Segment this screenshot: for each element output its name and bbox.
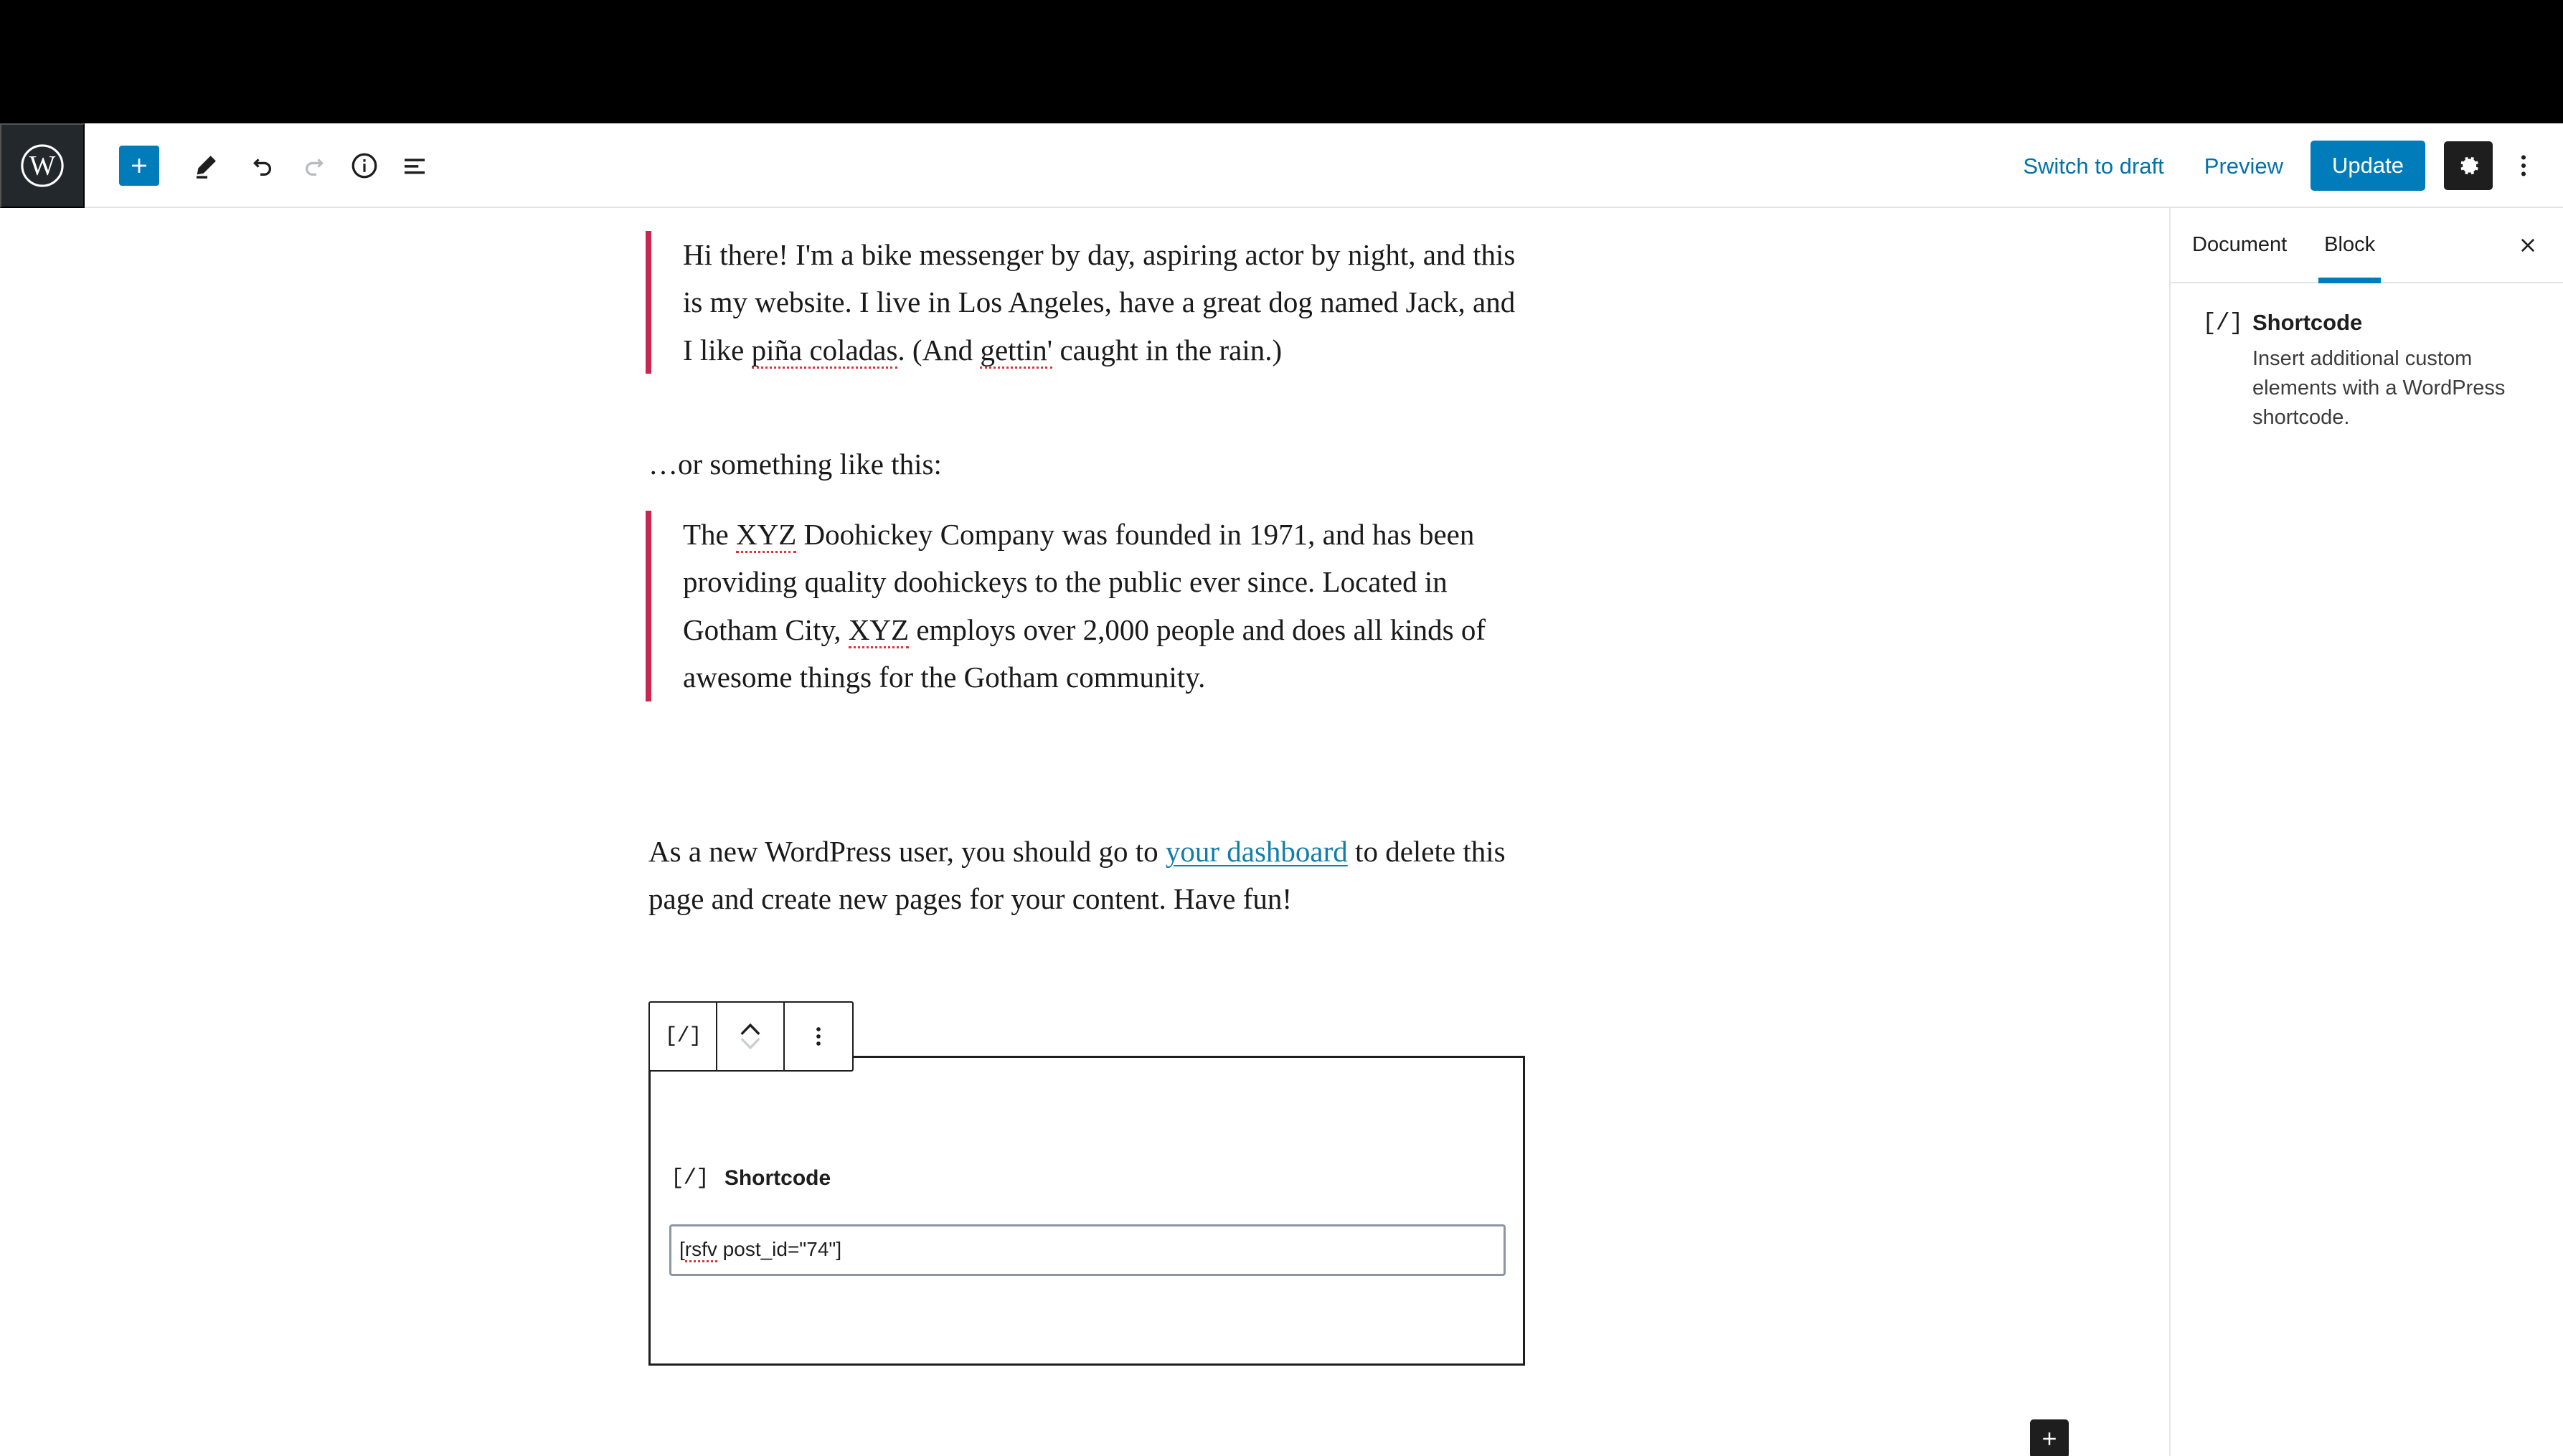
paragraph-new-wordpress-user[interactable]: As a new WordPress user, you should go t… <box>648 828 1552 923</box>
close-icon[interactable] <box>2506 223 2550 268</box>
add-block-inserter-button[interactable] <box>119 146 159 186</box>
preview-button[interactable]: Preview <box>2184 155 2303 177</box>
quote-intro-seg3: caught in the rain.) <box>1052 333 1283 367</box>
blockquote-xyz-text: The XYZ Doohickey Company was founded in… <box>683 511 1549 701</box>
paragraph-or-something-like-this[interactable]: …or something like this: <box>648 440 1524 488</box>
tab-document[interactable]: Document <box>2171 208 2305 282</box>
editor-header-bar: W Switch to draft Preview Update <box>0 123 2563 208</box>
wordpress-block-editor: W Switch to draft Preview Update Hi ther… <box>0 123 2563 1456</box>
screen-letterbox-top <box>0 0 2563 123</box>
tab-block[interactable]: Block <box>2305 208 2394 283</box>
chevron-down-icon <box>737 1036 763 1052</box>
block-card-description: Insert additional custom elements with a… <box>2252 346 2506 430</box>
info-circle-icon[interactable] <box>339 123 390 208</box>
block-movers <box>717 1003 785 1070</box>
shortcode-icon: [/] <box>671 1166 709 1191</box>
svg-text:W: W <box>29 151 56 181</box>
spellcheck-pina-coladas: piña coladas <box>751 333 898 369</box>
add-block-appender-button[interactable] <box>2030 1419 2069 1456</box>
shortcode-input[interactable] <box>669 1224 1506 1276</box>
header-actions: Switch to draft Preview Update <box>2003 123 2563 208</box>
quote-xyz-seg1: The <box>683 518 736 551</box>
shortcode-icon: [/] <box>2202 310 2243 336</box>
block-card-title: Shortcode <box>2252 310 2363 335</box>
pencil-icon[interactable] <box>181 123 232 208</box>
your-dashboard-link[interactable]: your dashboard <box>1166 835 1348 868</box>
list-view-icon[interactable] <box>389 123 440 208</box>
spellcheck-gettin: gettin' <box>980 333 1053 369</box>
block-info-text: Shortcode Insert additional custom eleme… <box>2252 309 2537 432</box>
update-button[interactable]: Update <box>2311 141 2425 191</box>
quote-intro-seg2: . (And <box>897 333 981 367</box>
spellcheck-xyz-second: XYZ <box>848 613 910 648</box>
shortcode-icon[interactable]: [/] <box>650 1003 717 1070</box>
shortcode-block-selected[interactable]: [/] Shortcode [rsfv post_id="74"] <box>648 1056 1525 1366</box>
block-info-card: [/] Shortcode Insert additional custom e… <box>2171 283 2563 461</box>
wordpress-logo-icon[interactable]: W <box>0 123 85 208</box>
ellipsis-vertical-icon[interactable] <box>2500 135 2547 197</box>
ellipsis-vertical-icon[interactable] <box>785 1003 852 1070</box>
para-dashboard-seg1: As a new WordPress user, you should go t… <box>648 835 1166 868</box>
blockquote-intro-text: Hi there! I'm a bike messenger by day, a… <box>683 231 1521 374</box>
spellcheck-xyz-first: XYZ <box>736 518 797 553</box>
blockquote-xyz-company[interactable]: The XYZ Doohickey Company was founded in… <box>646 511 1549 701</box>
blockquote-intro[interactable]: Hi there! I'm a bike messenger by day, a… <box>646 231 1521 374</box>
redo-arrow-icon[interactable] <box>288 123 340 208</box>
post-editor-canvas[interactable]: Hi there! I'm a bike messenger by day, a… <box>85 209 2168 1456</box>
shortcode-block-label: [/] Shortcode <box>671 1166 831 1191</box>
switch-to-draft-button[interactable]: Switch to draft <box>2003 155 2184 177</box>
chevron-up-icon[interactable] <box>737 1021 763 1036</box>
block-toolbar: [/] <box>648 1001 854 1072</box>
settings-sidebar: Document Block [/] Shortcode Insert addi… <box>2169 208 2563 1456</box>
gear-icon[interactable] <box>2444 141 2493 190</box>
sidebar-tab-bar: Document Block <box>2171 208 2563 283</box>
undo-arrow-icon[interactable] <box>237 123 288 208</box>
shortcode-block-title: Shortcode <box>724 1166 831 1190</box>
